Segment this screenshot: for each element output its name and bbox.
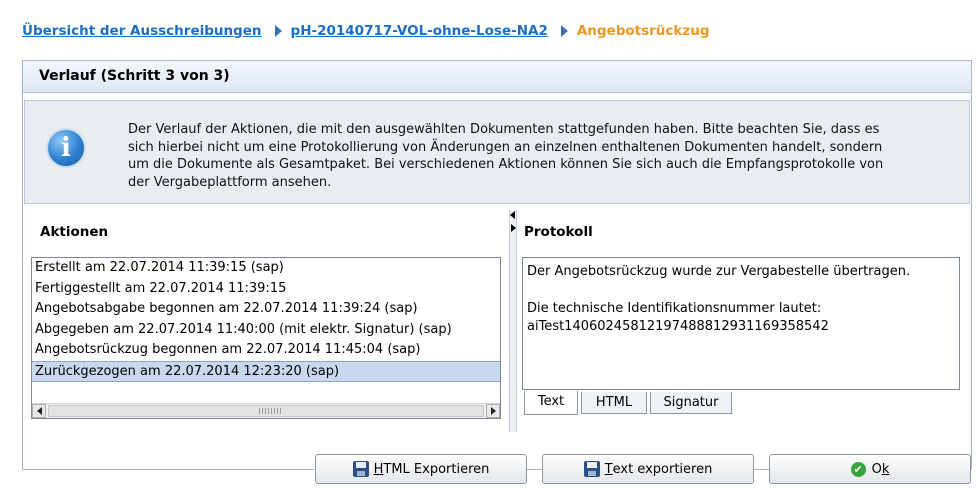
info-line: der Vergabeplattform ansehen. [128, 174, 332, 190]
protocol-line: Die technische Identifikationsnummer lau… [527, 300, 822, 316]
breadcrumb-link-overview[interactable]: Übersicht der Ausschreibungen [22, 23, 262, 39]
mnemonic: T [604, 461, 613, 477]
list-item[interactable]: Abgegeben am 22.07.2014 11:40:00 (mit el… [32, 320, 500, 341]
mnemonic: H [373, 461, 384, 477]
tab-text[interactable]: Text [524, 391, 578, 415]
button-label: k [881, 461, 890, 477]
info-text: Der Verlauf der Aktionen, die mit den au… [128, 121, 948, 191]
actions-title: Aktionen [40, 224, 109, 240]
button-label: ext exportieren [612, 461, 713, 477]
tab-signatur[interactable]: Signatur [650, 392, 732, 414]
protocol-title: Protokoll [524, 224, 593, 240]
check-icon: ✔ [850, 461, 866, 477]
pane-splitter[interactable] [509, 210, 517, 432]
info-line: Der Verlauf der Aktionen, die mit den au… [128, 122, 880, 137]
scrollbar-thumb[interactable] [48, 405, 484, 417]
text-export-button[interactable]: Text exportieren [542, 454, 754, 484]
tab-html[interactable]: HTML [581, 392, 647, 414]
ok-button[interactable]: ✔ Ok [769, 454, 971, 484]
breadcrumb-link-tender[interactable]: pH-20140717-VOL-ohne-Lose-NA2 [291, 23, 548, 39]
protocol-line: Der Angebotsrückzug wurde zur Vergabeste… [527, 264, 911, 279]
info-line: sich hierbei nicht um eine Protokollieru… [128, 139, 883, 155]
breadcrumb: Übersicht der Ausschreibungen pH-2014071… [22, 20, 710, 42]
info-icon: i [46, 128, 86, 168]
floppy-disk-icon [583, 461, 600, 477]
list-item[interactable]: Angebotsabgabe begonnen am 22.07.2014 11… [32, 299, 500, 320]
list-item[interactable]: Angebotsrückzug begonnen am 22.07.2014 1… [32, 340, 500, 361]
list-item[interactable]: Fertiggestellt am 22.07.2014 11:39:15 [32, 279, 500, 300]
collapse-left-icon[interactable] [510, 211, 515, 219]
floppy-disk-icon [352, 461, 369, 477]
protocol-text-area: Der Angebotsrückzug wurde zur Vergabeste… [522, 257, 960, 390]
breadcrumb-separator-icon [274, 25, 282, 37]
info-line: um die Dokumente als Gesamtpaket. Bei ve… [128, 157, 884, 173]
protocol-tabs: Text HTML Signatur [522, 391, 960, 416]
scroll-left-button[interactable] [32, 404, 46, 418]
grip-icon [259, 408, 283, 414]
scroll-right-button[interactable] [486, 404, 500, 418]
horizontal-scrollbar[interactable] [32, 403, 500, 418]
list-item[interactable]: Erstellt am 22.07.2014 11:39:15 (sap) [32, 258, 500, 279]
protocol-line: aiTest1406024581219748881293116935854​2 [527, 319, 829, 335]
breadcrumb-separator-icon [560, 25, 568, 37]
panel-title: Verlauf (Schritt 3 von 3) [23, 61, 971, 93]
actions-list[interactable]: Erstellt am 22.07.2014 11:39:15 (sap) Fe… [31, 257, 501, 419]
arrow-left-icon [37, 407, 42, 415]
collapse-right-icon[interactable] [511, 224, 516, 232]
mnemonic: O [871, 461, 882, 477]
list-item-selected[interactable]: Zurückgezogen am 22.07.2014 12:23:20 (sa… [32, 360, 500, 382]
html-export-button[interactable]: H TML Exportieren [315, 454, 527, 484]
breadcrumb-current: Angebotsrückzug [576, 23, 710, 39]
button-label: TML Exportieren [383, 461, 490, 477]
arrow-right-icon [491, 407, 496, 415]
